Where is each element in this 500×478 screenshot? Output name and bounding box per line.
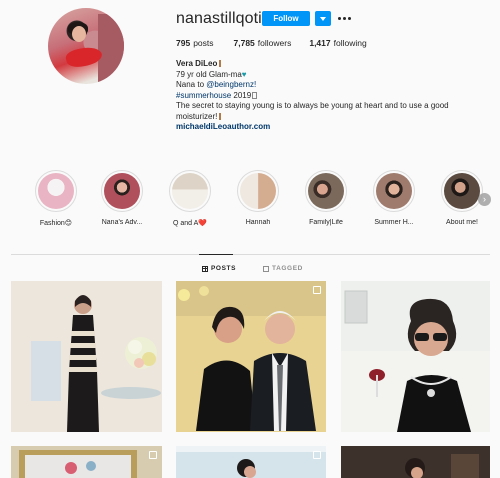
- stat-following[interactable]: 1,417 following: [309, 38, 366, 48]
- bio-hashtag-link[interactable]: #summerhouse: [176, 91, 231, 100]
- tab-tagged-label: TAGGED: [272, 265, 303, 272]
- highlight-ring: [169, 170, 211, 212]
- stat-followers-label: followers: [257, 38, 292, 48]
- highlight-ring: [305, 170, 347, 212]
- highlight-ring: [35, 170, 77, 212]
- highlight-label: Fashion😊: [39, 220, 73, 227]
- emoji-icon: [219, 60, 222, 67]
- highlight-item[interactable]: Nana's Adv...: [97, 170, 147, 226]
- highlight-label: About me!: [446, 219, 478, 226]
- post-thumbnail[interactable]: [176, 281, 326, 432]
- avatar-bg: [98, 14, 124, 84]
- highlight-item[interactable]: Hannah: [233, 170, 283, 226]
- post-image: [341, 281, 490, 432]
- highlight-thumbnail: [444, 173, 480, 209]
- highlight-thumbnail: [38, 173, 74, 209]
- profile-stats: 795 posts 7,785 followers 1,417 following: [176, 38, 387, 48]
- profile-bio: Vera DiLeo 79 yr old Glam-ma♥ Nana to @b…: [176, 59, 476, 133]
- profile-avatar[interactable]: [48, 8, 124, 84]
- multiple-posts-icon: [313, 286, 321, 294]
- emoji-icon: [219, 112, 222, 120]
- highlight-item[interactable]: Fashion😊: [31, 170, 81, 227]
- dot-icon: [342, 17, 346, 20]
- highlight-thumbnail: [240, 173, 276, 209]
- stat-following-count: 1,417: [309, 38, 331, 48]
- post-image: [176, 446, 326, 478]
- multiple-posts-icon: [149, 451, 157, 459]
- dot-icon: [337, 17, 341, 20]
- bio-line1: 79 yr old Glam-ma: [176, 69, 242, 79]
- follow-button[interactable]: Follow: [262, 11, 310, 26]
- dot-icon: [347, 17, 351, 20]
- highlight-label: Q and A❤️: [172, 220, 207, 227]
- post-image: [11, 446, 162, 478]
- highlight-ring: [101, 170, 143, 212]
- stat-posts: 795 posts: [176, 38, 214, 48]
- avatar-face: [72, 26, 86, 42]
- more-options-button[interactable]: [336, 11, 352, 26]
- post-image: [341, 446, 490, 478]
- chevron-down-icon: [320, 16, 326, 21]
- tab-tagged[interactable]: TAGGED: [263, 265, 303, 272]
- stat-followers-count: 7,785: [233, 38, 255, 48]
- tab-posts[interactable]: POSTS: [202, 265, 236, 272]
- chevron-right-icon[interactable]: ›: [478, 193, 491, 206]
- highlight-thumbnail: [172, 173, 208, 209]
- stat-following-label: following: [333, 38, 367, 48]
- post-thumbnail[interactable]: [11, 281, 162, 432]
- post-image: [11, 281, 162, 432]
- emoji-icon: [252, 91, 258, 99]
- stat-posts-label: posts: [193, 38, 214, 48]
- highlight-item[interactable]: Summer H...: [369, 170, 419, 226]
- highlight-item[interactable]: Q and A❤️: [165, 170, 215, 227]
- post-thumbnail[interactable]: [341, 446, 490, 478]
- post-thumbnail[interactable]: [176, 446, 326, 478]
- highlight-thumbnail: [376, 173, 412, 209]
- grid-icon: [202, 265, 208, 272]
- highlight-ring: [373, 170, 415, 212]
- highlight-label: Summer H...: [374, 219, 414, 226]
- stat-followers[interactable]: 7,785 followers: [234, 38, 292, 48]
- highlight-thumbnail: [308, 173, 344, 209]
- highlight-label: Nana's Adv...: [101, 219, 143, 226]
- highlight-label: Family|Life: [309, 219, 343, 226]
- multiple-posts-icon: [313, 451, 321, 459]
- highlight-item[interactable]: Family|Life: [301, 170, 351, 226]
- highlight-label: Hannah: [245, 219, 271, 226]
- highlight-thumbnail: [104, 173, 140, 209]
- post-thumbnail[interactable]: [11, 446, 162, 478]
- bio-name: Vera DiLeo: [176, 59, 218, 68]
- tab-posts-label: POSTS: [211, 265, 237, 272]
- highlight-ring: [237, 170, 279, 212]
- active-tab-indicator: [199, 254, 233, 255]
- bio-line2-prefix: Nana to: [176, 80, 207, 89]
- stat-posts-count: 795: [176, 38, 191, 48]
- post-thumbnail[interactable]: [341, 281, 490, 432]
- tabs-divider: [11, 254, 490, 255]
- bio-mention-link[interactable]: @beingbernz!: [206, 80, 256, 89]
- profile-username: nanastillqotit: [176, 10, 267, 27]
- post-image: [176, 281, 326, 432]
- suggested-dropdown-button[interactable]: [315, 11, 331, 26]
- bio-website-link[interactable]: michaeldiLeoauthor.com: [176, 122, 270, 131]
- bio-hashtag-suffix: 2019: [231, 90, 252, 100]
- bio-quote: The secret to staying young is to always…: [176, 101, 449, 121]
- tag-icon: [263, 265, 269, 272]
- highlight-ring: [441, 170, 483, 212]
- heart-icon: ♥: [241, 69, 247, 79]
